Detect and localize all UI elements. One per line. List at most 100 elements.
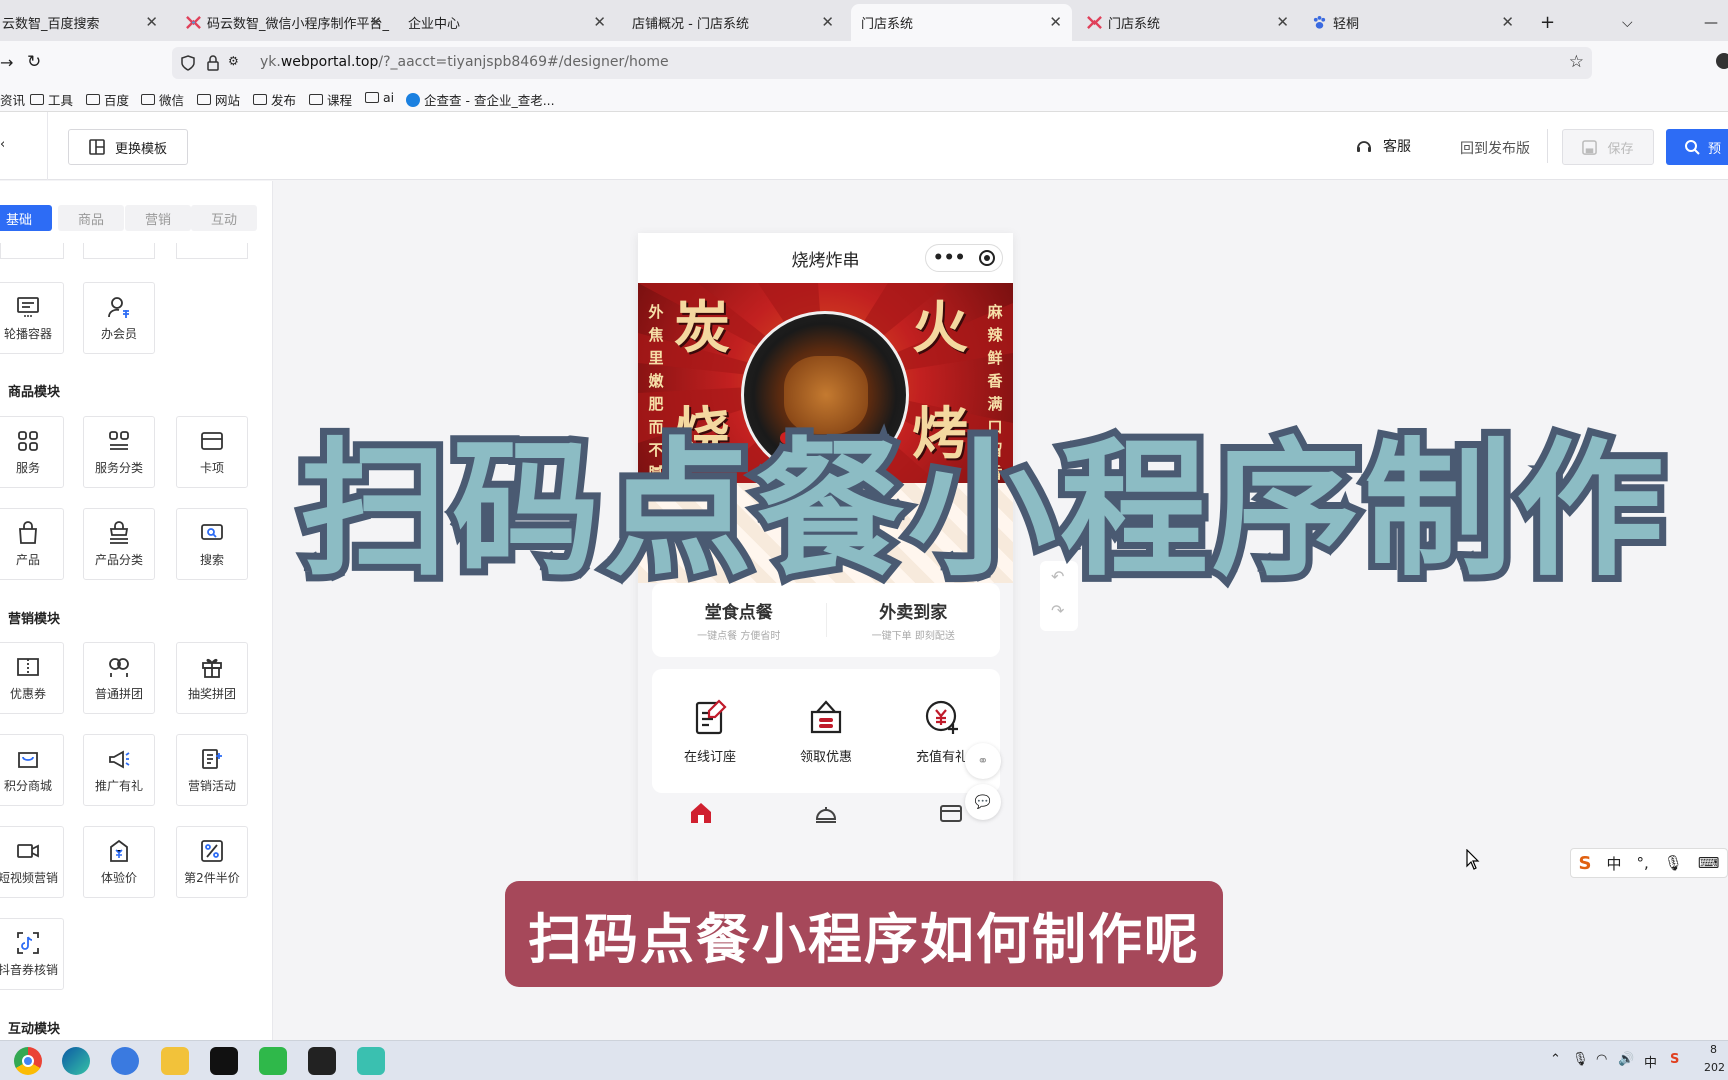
- category-basic[interactable]: 基础: [0, 205, 52, 231]
- site-settings-icon[interactable]: ⚙: [228, 54, 239, 68]
- qq-icon[interactable]: [210, 1047, 238, 1075]
- component-service-category[interactable]: 服务分类: [83, 416, 155, 488]
- keyboard-icon[interactable]: ⌨: [1698, 854, 1720, 872]
- close-icon[interactable]: ✕: [1049, 13, 1062, 31]
- component-product[interactable]: 产品: [0, 508, 64, 580]
- tab-store-overview[interactable]: 店铺概况 - 门店系统 ✕: [622, 4, 844, 41]
- customer-service-label: 客服: [1383, 139, 1411, 155]
- component-douyin-coupon[interactable]: 抖音券核销: [0, 918, 64, 990]
- component-coupon[interactable]: 优惠券: [0, 642, 64, 714]
- close-icon[interactable]: ✕: [821, 13, 834, 31]
- lock-icon: [207, 55, 219, 71]
- address-bar[interactable]: ⚙ yk.webportal.top/?_aacct=tiyanjspb8469…: [172, 47, 1592, 79]
- tray-sogou-icon[interactable]: S: [1670, 1052, 1679, 1067]
- component-search[interactable]: 搜索: [176, 508, 248, 580]
- bookmark-news[interactable]: 资讯: [0, 90, 25, 109]
- bookmark-website[interactable]: 网站: [197, 90, 240, 109]
- component-marketing-activity[interactable]: 营销活动: [176, 734, 248, 806]
- volume-icon[interactable]: 🔊: [1618, 1052, 1634, 1067]
- bookmark-course[interactable]: 课程: [309, 90, 352, 109]
- edge-icon[interactable]: [62, 1047, 90, 1075]
- punctuation-icon[interactable]: °,: [1636, 854, 1648, 872]
- wallet-icon[interactable]: [939, 801, 963, 825]
- component-referral-gift[interactable]: 推广有礼: [83, 734, 155, 806]
- bookmark-qichacha[interactable]: 企查查 - 查企业_查老...: [406, 90, 555, 109]
- bookmark-ai[interactable]: ai: [365, 90, 394, 105]
- reserve-seat-button[interactable]: 在线订座: [652, 669, 768, 793]
- miniapp-capsule[interactable]: •••: [925, 244, 1003, 272]
- close-icon[interactable]: ✕: [145, 13, 158, 31]
- microphone-icon[interactable]: 🎙: [1664, 854, 1683, 872]
- tab-store-system-active[interactable]: 门店系统 ✕: [851, 4, 1072, 41]
- close-icon[interactable]: ✕: [1276, 13, 1289, 31]
- url-text[interactable]: yk.webportal.top/?_aacct=tiyanjspb8469#/…: [260, 54, 669, 70]
- reload-icon[interactable]: ↻: [27, 52, 41, 72]
- clock-time[interactable]: 8: [1710, 1043, 1717, 1056]
- component-carousel[interactable]: 轮播容器: [0, 282, 64, 354]
- tray-chevron-icon[interactable]: ⌃: [1550, 1052, 1561, 1067]
- get-discount-button[interactable]: 领取优惠: [768, 669, 884, 793]
- forward-arrow-icon[interactable]: →: [0, 53, 13, 72]
- tray-microphone-icon[interactable]: 🎙: [1572, 1052, 1589, 1067]
- close-icon[interactable]: ✕: [369, 13, 382, 31]
- tab-qingtong[interactable]: 轻桐 ✕: [1302, 4, 1524, 41]
- preview-button[interactable]: 预: [1666, 129, 1728, 165]
- minimize-icon[interactable]: —: [1694, 4, 1724, 41]
- ime-mode[interactable]: 中: [1606, 853, 1621, 874]
- tab-list-chevron-icon[interactable]: ⌵: [1612, 4, 1642, 41]
- cloche-icon[interactable]: [814, 801, 838, 825]
- component-service[interactable]: 服务: [0, 416, 64, 488]
- clock-date[interactable]: 202: [1704, 1061, 1725, 1074]
- help-icon[interactable]: [1716, 53, 1728, 69]
- component-product-category[interactable]: 产品分类: [83, 508, 155, 580]
- redo-icon[interactable]: ↷: [1051, 601, 1064, 620]
- sogou-icon[interactable]: S: [1579, 853, 1592, 874]
- switch-template-button[interactable]: 更换模板: [68, 129, 188, 165]
- folder-icon: [253, 94, 267, 105]
- component-trial-price[interactable]: 体验价: [83, 826, 155, 898]
- category-goods[interactable]: 商品: [58, 205, 124, 231]
- home-icon[interactable]: [689, 801, 713, 825]
- close-icon[interactable]: ✕: [593, 13, 606, 31]
- wifi-icon[interactable]: ◠: [1596, 1052, 1607, 1067]
- tab-enterprise[interactable]: 企业中心 ✕: [398, 4, 616, 41]
- component-lottery-group[interactable]: 抽奖拼团: [176, 642, 248, 714]
- bookmark-wechat[interactable]: 微信: [141, 90, 184, 109]
- tab-baidu[interactable]: 云数智_百度搜索 ✕: [0, 4, 168, 41]
- tab-mayun[interactable]: 码云数智_微信小程序制作平台_ ✕: [176, 4, 392, 41]
- save-label: 保存: [1607, 141, 1634, 157]
- back-release-button[interactable]: 回到发布版: [1460, 138, 1530, 158]
- component-short-video[interactable]: 短视频营销: [0, 826, 64, 898]
- more-icon[interactable]: •••: [933, 248, 966, 268]
- section-title-interact: 互动模块: [8, 1022, 61, 1037]
- tab-store-system[interactable]: 门店系统 ✕: [1077, 4, 1299, 41]
- url-path: /?_aacct=tiyanjspb8469#/designer/home: [378, 54, 669, 70]
- customer-service-button[interactable]: 客服: [1355, 136, 1411, 156]
- browser-app-icon[interactable]: [111, 1047, 139, 1075]
- component-points-mall[interactable]: 积分商城: [0, 734, 64, 806]
- tray-language[interactable]: 中: [1644, 1052, 1657, 1071]
- close-icon[interactable]: ✕: [1501, 13, 1514, 31]
- component-label: 服务: [15, 460, 40, 475]
- app-icon[interactable]: [357, 1047, 385, 1075]
- category-interact[interactable]: 互动: [191, 205, 257, 231]
- chrome-icon[interactable]: [14, 1047, 42, 1075]
- category-marketing[interactable]: 营销: [125, 205, 191, 231]
- new-tab-plus-icon[interactable]: +: [1530, 4, 1560, 41]
- bookmark-tools[interactable]: 工具: [30, 90, 73, 109]
- back-icon[interactable]: ‹: [0, 137, 5, 152]
- link-icon[interactable]: ⚭: [965, 743, 1001, 779]
- star-icon[interactable]: ☆: [1569, 52, 1584, 72]
- close-target-icon[interactable]: [979, 250, 996, 266]
- component-card[interactable]: 卡项: [176, 416, 248, 488]
- component-member[interactable]: 办会员: [83, 282, 155, 354]
- save-button[interactable]: 保存: [1562, 129, 1654, 165]
- component-group-buy[interactable]: 普通拼团: [83, 642, 155, 714]
- bookmark-baidu[interactable]: 百度: [86, 90, 129, 109]
- recharge-icon: [925, 700, 958, 734]
- bookmark-publish[interactable]: 发布: [253, 90, 296, 109]
- screen-recorder-icon[interactable]: [308, 1047, 336, 1075]
- component-second-half-price[interactable]: 第2件半价: [176, 826, 248, 898]
- file-explorer-icon[interactable]: [161, 1047, 189, 1075]
- wechat-icon[interactable]: [259, 1047, 287, 1075]
